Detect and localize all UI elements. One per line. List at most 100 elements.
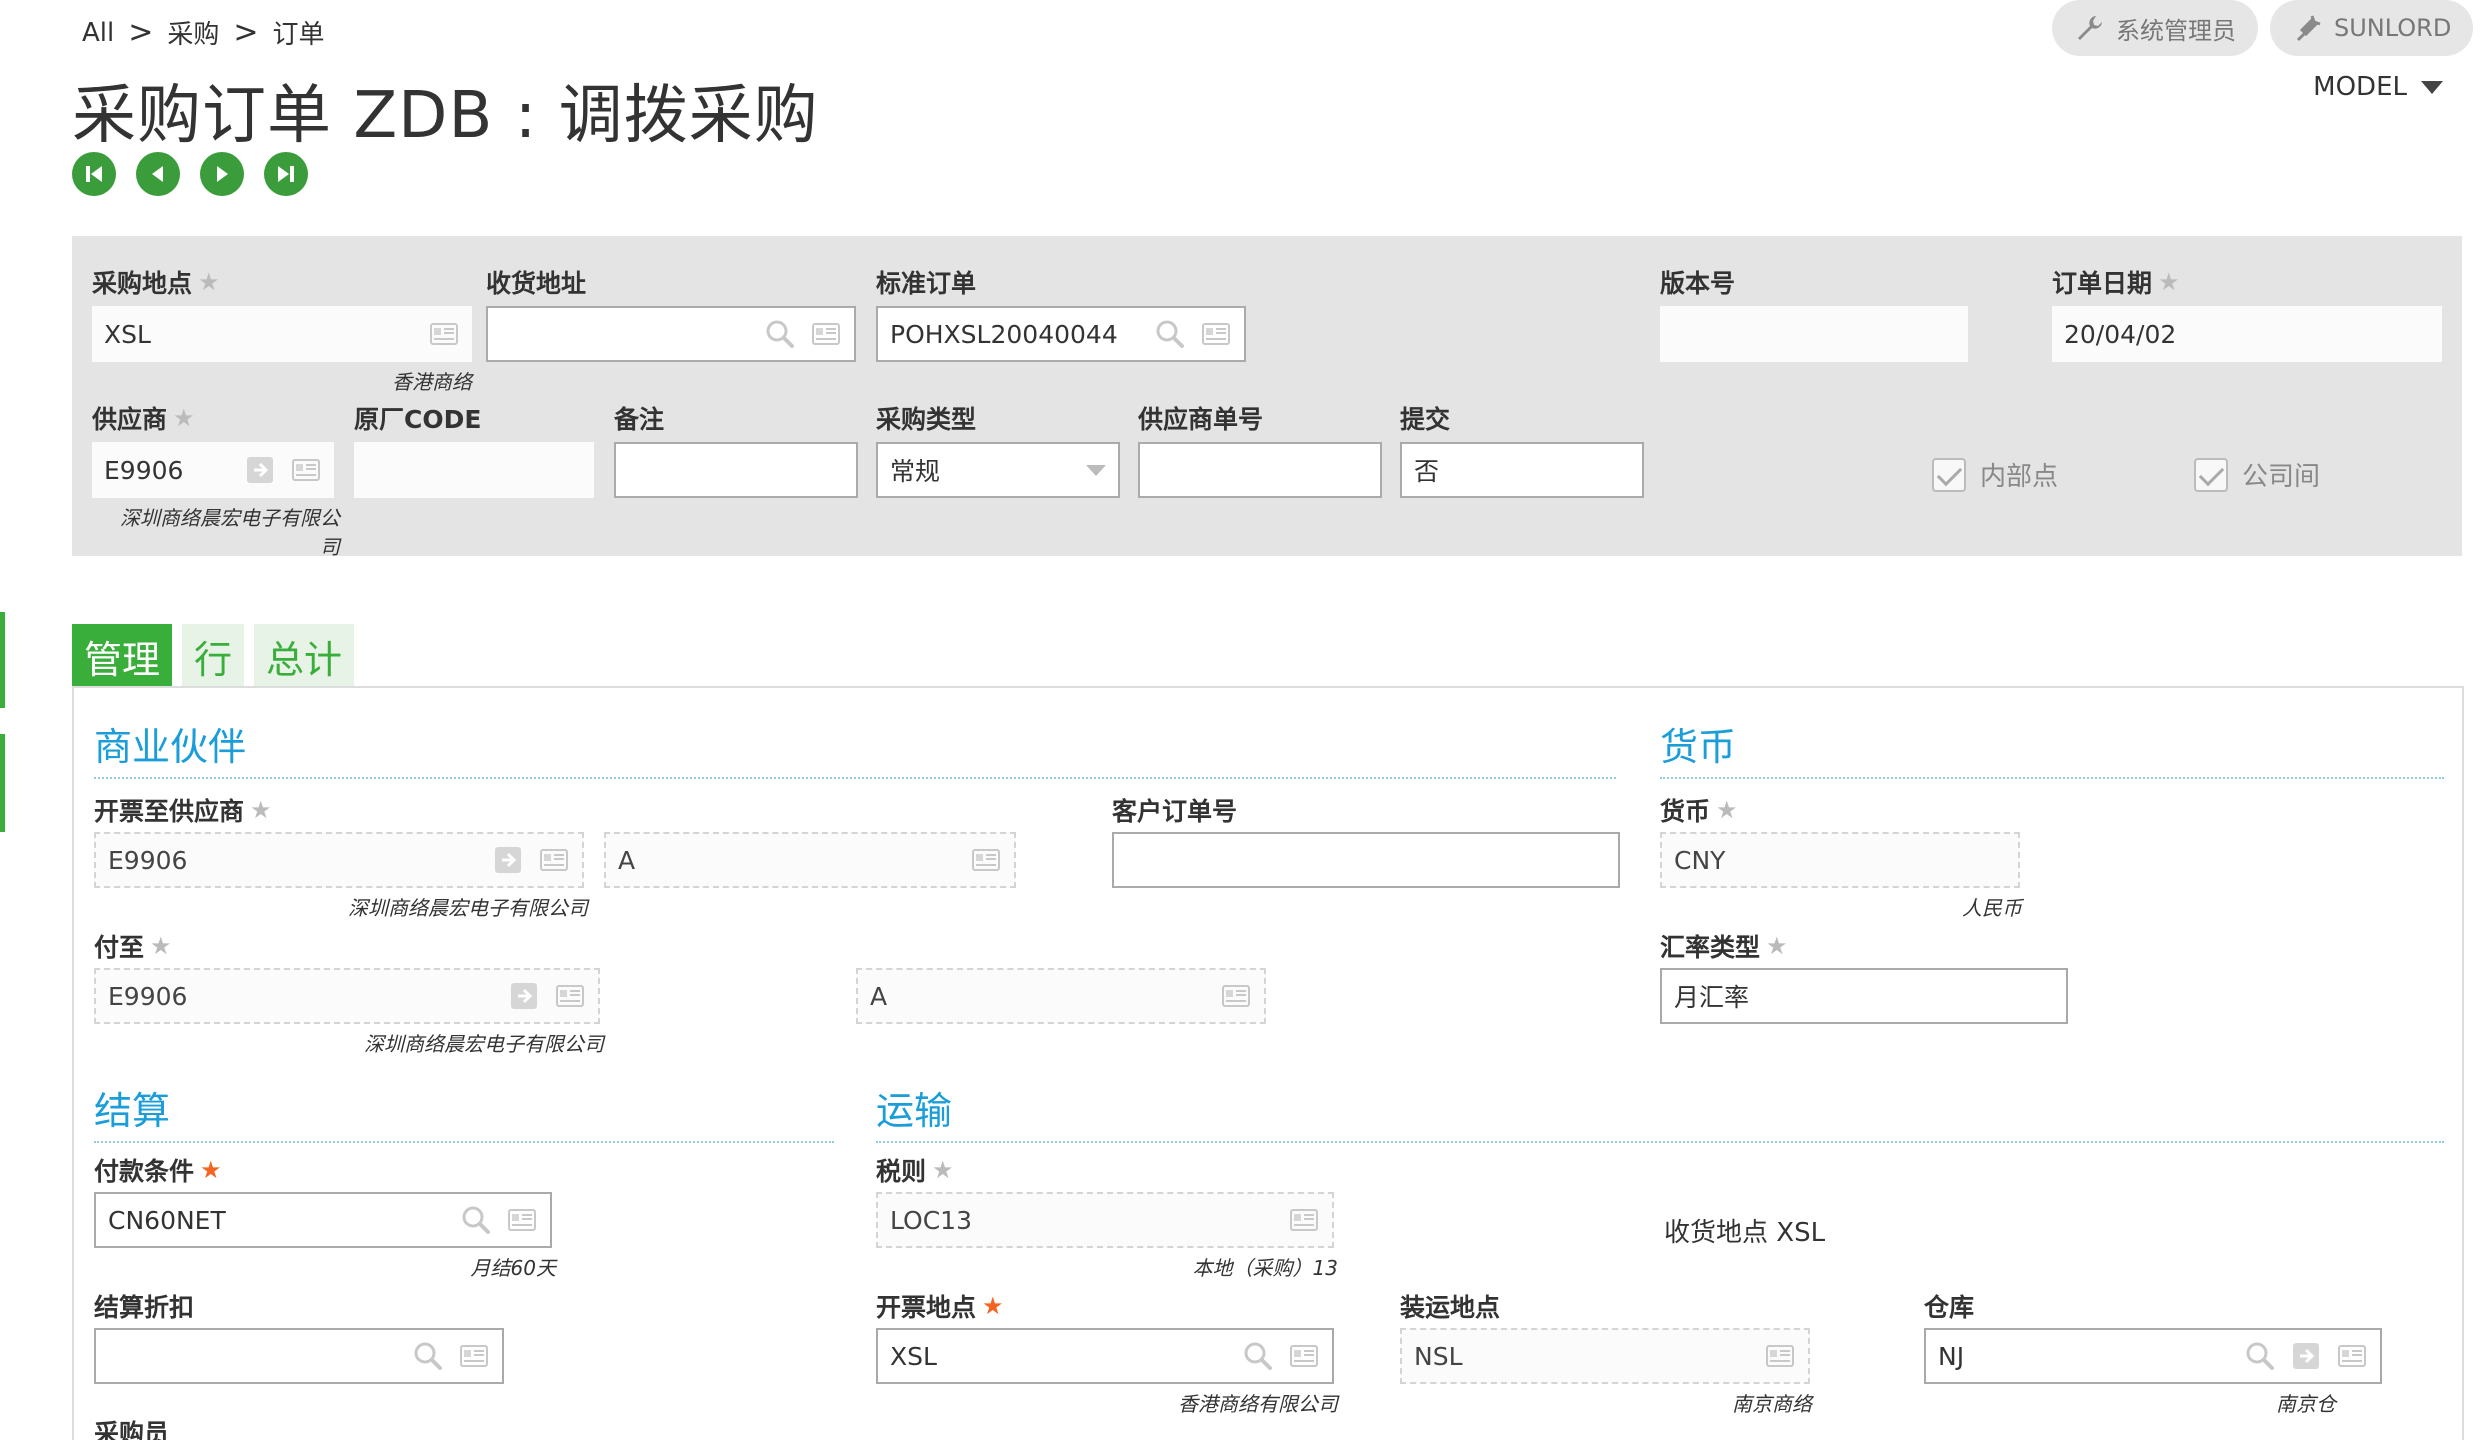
detail-card-icon[interactable] [506,1204,538,1236]
transport-section-title: 运输 [876,1080,2444,1143]
factory-code-label: 原厂CODE [354,405,482,434]
intercompany-checkbox[interactable]: 公司间 [2194,456,2320,493]
search-icon[interactable] [460,1204,492,1236]
purchase-site-description: 香港商络 [392,370,472,394]
invoice-supplier-address-field[interactable]: A [604,832,1016,888]
currency-label: 货币 ★ [1660,796,1738,826]
pay-to-field[interactable]: E9906 [94,968,600,1024]
detail-card-icon[interactable] [554,980,586,1012]
invoice-supplier-label: 开票至供应商 ★ [94,796,272,826]
warehouse-description: 南京仓 [2276,1392,2336,1416]
breadcrumb-separator: > [233,15,259,50]
pay-to-description: 深圳商络晨宏电子有限公司 [364,1032,604,1056]
payment-terms-field[interactable]: CN60NET [94,1192,552,1248]
breadcrumb: All > 采购 > 订单 [82,14,325,51]
internal-site-checkbox[interactable]: 内部点 [1932,456,2058,493]
checkbox-icon [2194,457,2228,492]
pay-to-address-field[interactable]: A [856,968,1266,1024]
invoice-site-description: 香港商络有限公司 [1178,1392,1338,1416]
warehouse-label: 仓库 [1924,1293,1975,1322]
detail-card-icon[interactable] [1288,1340,1320,1372]
search-icon[interactable] [764,318,796,350]
tax-rule-description: 本地（采购）13 [1192,1256,1338,1280]
breadcrumb-orders[interactable]: 订单 [273,14,325,51]
tab-lines[interactable]: 行 [182,624,245,688]
ship-site-description: 南京商络 [1732,1392,1812,1416]
previous-record-button[interactable] [136,152,180,196]
receive-site-text: 收货地点 XSL [1664,1218,1826,1248]
company-name: SUNLORD [2334,14,2452,42]
breadcrumb-separator: > [128,15,154,50]
next-record-button[interactable] [200,152,244,196]
detail-card-icon[interactable] [538,844,570,876]
detail-card-icon[interactable] [1200,318,1232,350]
last-record-button[interactable] [264,152,308,196]
side-indicator [0,612,5,708]
invoice-site-field[interactable]: XSL [876,1328,1334,1384]
company-menu-button[interactable]: SUNLORD [2270,0,2474,56]
user-name: 系统管理员 [2116,16,2236,45]
detail-card-icon[interactable] [1288,1204,1320,1236]
side-indicator [0,734,5,832]
currency-field[interactable]: CNY [1660,832,2020,888]
delivery-address-field[interactable] [486,306,856,362]
invoice-supplier-field[interactable]: E9906 [94,832,584,888]
remark-field[interactable] [614,442,858,498]
ship-site-field[interactable]: NSL [1400,1328,1810,1384]
warehouse-field[interactable]: NJ [1924,1328,2382,1384]
payment-terms-label: 付款条件 ★ [94,1156,222,1186]
breadcrumb-all[interactable]: All [82,18,114,48]
tab-bar: 管理 行 总计 [72,624,355,688]
internal-site-label: 内部点 [1980,462,2059,492]
detail-card-icon[interactable] [1220,980,1252,1012]
detail-card-icon[interactable] [810,318,842,350]
detail-card-icon[interactable] [428,318,460,350]
purchase-type-select[interactable]: 常规 [876,442,1120,498]
order-date-field[interactable]: 20/04/02 [2052,306,2442,362]
settlement-discount-field[interactable] [94,1328,504,1384]
jump-icon[interactable] [2290,1340,2322,1372]
business-partner-section-title: 商业伙伴 [94,716,1616,779]
search-icon[interactable] [412,1340,444,1372]
jump-icon[interactable] [244,454,276,486]
model-label: MODEL [2313,72,2407,102]
first-icon [86,166,102,182]
submit-label: 提交 [1400,405,1451,434]
purchase-site-label: 采购地点 ★ [92,268,220,298]
detail-card-icon[interactable] [1764,1340,1796,1372]
search-icon[interactable] [2244,1340,2276,1372]
version-label: 版本号 [1660,269,1736,298]
jump-icon[interactable] [492,844,524,876]
user-menu-button[interactable]: 系统管理员 [2052,0,2258,56]
customer-order-no-field[interactable] [1112,832,1620,888]
pay-to-label: 付至 ★ [94,932,172,962]
supplier-description-line1: 深圳商络晨宏电子有限公 [120,506,340,530]
search-icon[interactable] [1242,1340,1274,1372]
currency-section-title: 货币 [1660,716,2444,779]
supplier-order-no-field[interactable] [1138,442,1382,498]
model-dropdown[interactable]: MODEL [2313,72,2443,102]
detail-card-icon[interactable] [2336,1340,2368,1372]
rate-type-field[interactable]: 月汇率 [1660,968,2068,1024]
detail-card-icon[interactable] [458,1340,490,1372]
breadcrumb-purchase[interactable]: 采购 [167,14,219,51]
settlement-section-title: 结算 [94,1080,834,1143]
detail-card-icon[interactable] [290,454,322,486]
tab-totals[interactable]: 总计 [254,624,355,688]
supplier-field[interactable]: E9906 [92,442,334,498]
submit-field[interactable]: 否 [1400,442,1644,498]
last-icon [278,166,294,182]
settlement-discount-label: 结算折扣 [94,1293,195,1322]
purchase-site-field[interactable]: XSL [92,306,472,362]
first-record-button[interactable] [72,152,116,196]
tax-rule-field[interactable]: LOC13 [876,1192,1334,1248]
detail-card-icon[interactable] [970,844,1002,876]
search-icon[interactable] [1154,318,1186,350]
invoice-site-label: 开票地点 ★ [876,1292,1004,1322]
tab-management[interactable]: 管理 [72,624,173,688]
rate-type-label: 汇率类型 ★ [1660,932,1788,962]
ship-site-label: 装运地点 [1400,1293,1501,1322]
checkbox-icon [1932,457,1966,492]
standard-order-field[interactable]: POHXSL20040044 [876,306,1246,362]
jump-icon[interactable] [508,980,540,1012]
